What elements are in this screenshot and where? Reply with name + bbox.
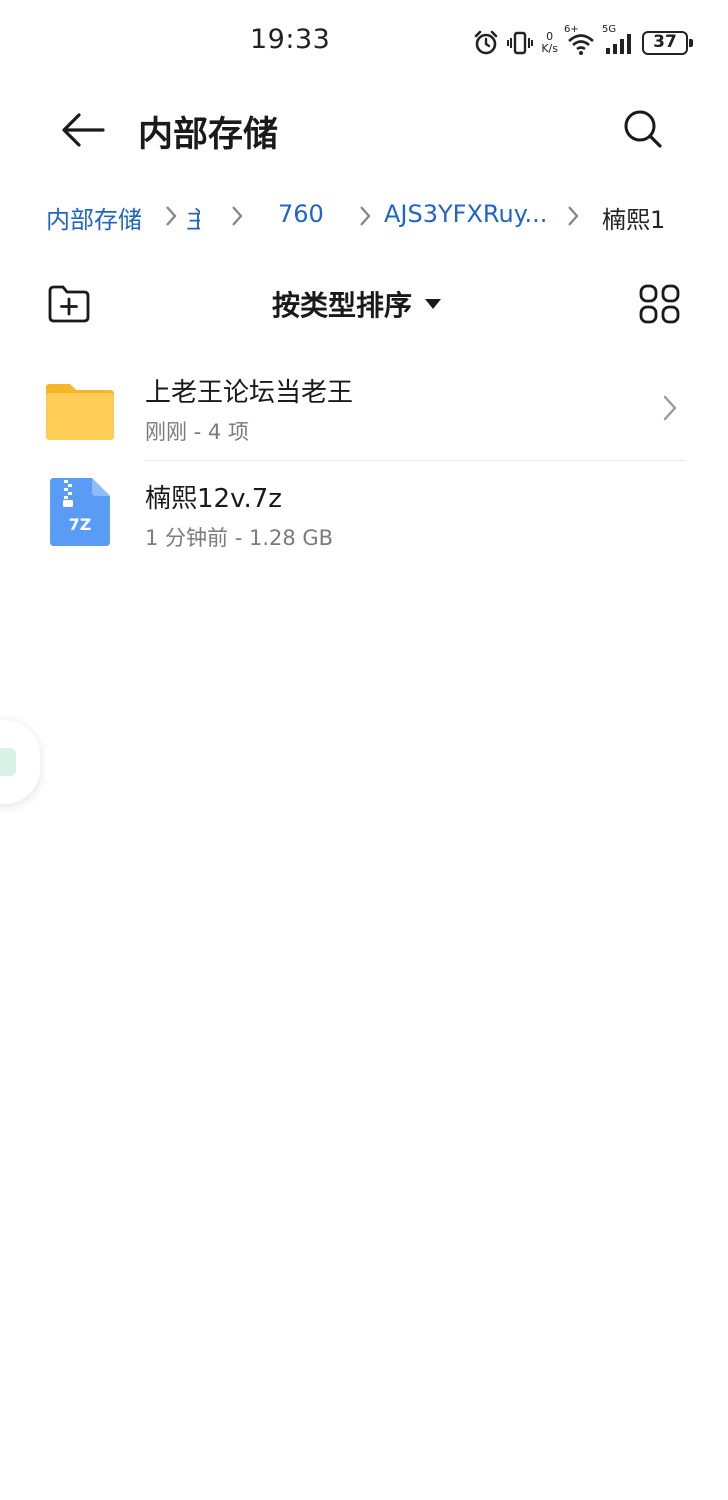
battery-icon: 37 xyxy=(642,31,693,55)
signal-icon: 5G xyxy=(602,24,634,56)
file-meta: 1 分钟前 - 1.28 GB xyxy=(145,526,334,550)
breadcrumb-item-ajs3yfxruy[interactable]: AJS3YFXRuy... xyxy=(384,200,547,228)
wifi-icon: 6+ xyxy=(564,24,596,56)
chevron-right-icon xyxy=(360,206,371,226)
sort-dropdown[interactable]: 按类型排序 xyxy=(272,283,442,325)
status-icons: 0 K/s 6+ 5G 37 xyxy=(473,24,693,60)
status-time: 19:33 xyxy=(250,24,331,55)
back-button[interactable] xyxy=(58,108,108,152)
file-meta: 刚刚 - 4 项 xyxy=(145,420,249,444)
breadcrumb-item-current: 楠熙1 xyxy=(602,206,666,234)
wifi-label: 6+ xyxy=(564,24,579,35)
arrow-left-icon xyxy=(62,113,105,147)
chevron-right-icon xyxy=(166,206,177,226)
alarm-icon xyxy=(473,30,499,56)
chevron-right-icon xyxy=(663,395,677,421)
sort-label: 按类型排序 xyxy=(272,289,413,322)
list-item-folder[interactable]: 上老王论坛当老王 刚刚 - 4 项 xyxy=(0,356,728,460)
new-folder-button[interactable] xyxy=(46,283,92,325)
net-speed-unit: K/s xyxy=(541,42,558,55)
file-name: 楠熙12v.7z xyxy=(145,484,282,514)
breadcrumb-item-truncated[interactable]: 主 xyxy=(186,200,200,235)
new-folder-icon xyxy=(48,285,90,323)
search-icon xyxy=(624,110,662,148)
chevron-right-icon xyxy=(568,206,579,226)
chevron-right-icon xyxy=(232,206,243,226)
caret-down-icon xyxy=(425,299,442,309)
breadcrumb-item-internal-storage[interactable]: 内部存储 xyxy=(46,200,142,235)
list-item-archive[interactable]: 7Z 楠熙12v.7z 1 分钟前 - 1.28 GB xyxy=(0,462,728,566)
chat-icon xyxy=(0,748,16,776)
vibrate-icon xyxy=(507,30,534,56)
archive-badge: 7Z xyxy=(69,515,92,534)
breadcrumb-item-760[interactable]: 760 xyxy=(278,200,324,228)
page-title: 内部存储 xyxy=(138,115,279,155)
file-name: 上老王论坛当老王 xyxy=(145,378,354,408)
breadcrumb: 内部存储 主 760 AJS3YFXRuy... 楠熙1 xyxy=(46,198,728,238)
list-divider xyxy=(145,460,685,461)
net-speed: 0 K/s xyxy=(541,31,558,55)
floating-assistant-bubble[interactable] xyxy=(0,720,40,804)
folder-icon xyxy=(46,384,114,440)
signal-label: 5G xyxy=(602,24,617,35)
grid-view-icon xyxy=(639,284,680,324)
search-button[interactable] xyxy=(620,106,666,152)
grid-view-button[interactable] xyxy=(638,283,682,325)
archive-7z-icon: 7Z xyxy=(50,478,110,546)
